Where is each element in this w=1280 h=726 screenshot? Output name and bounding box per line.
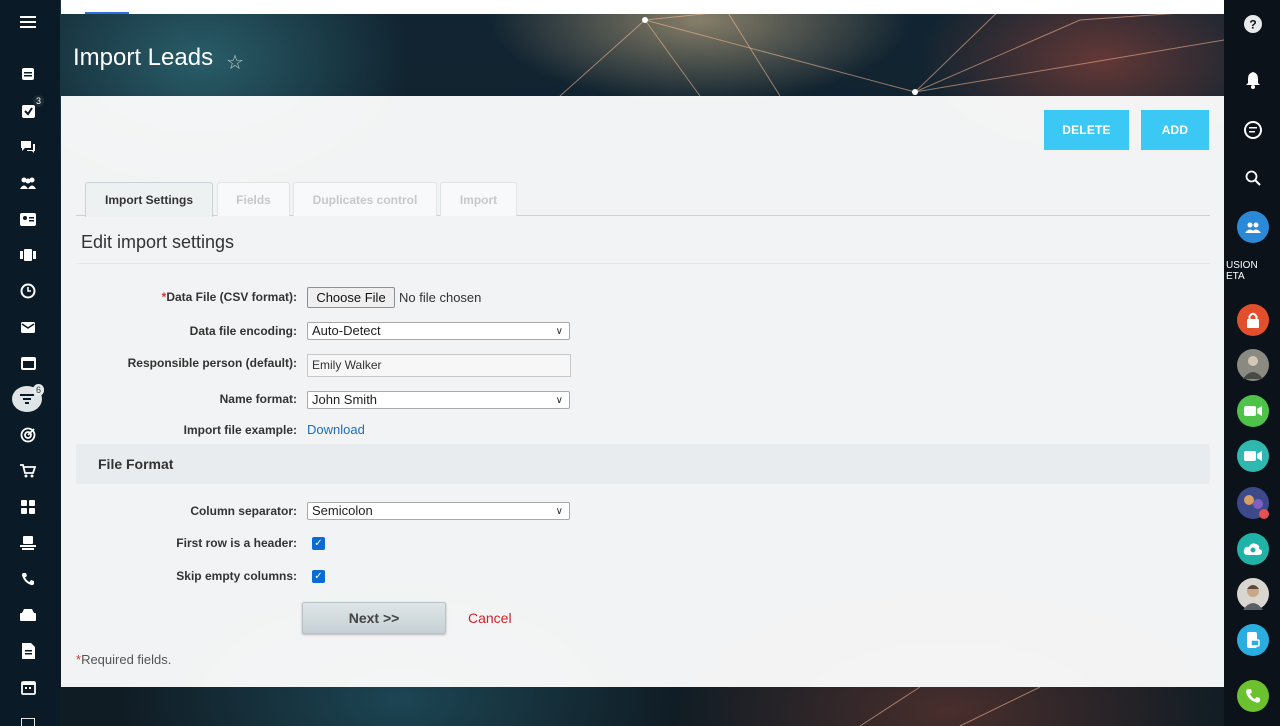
grid-icon[interactable] [14, 496, 42, 518]
mobile-app-icon[interactable] [1237, 624, 1269, 656]
encoding-label: Data file encoding: [189, 324, 297, 338]
cloud-icon[interactable] [1237, 533, 1269, 565]
skip-empty-checkbox[interactable]: ✓ [312, 570, 325, 583]
mail-icon[interactable] [14, 316, 42, 338]
filter-badge: 6 [33, 384, 45, 396]
contact-card-icon[interactable] [14, 208, 42, 230]
search-icon[interactable] [1237, 162, 1269, 194]
tab-duplicates-control[interactable]: Duplicates control [293, 182, 437, 216]
chat-bubble-icon[interactable] [1237, 114, 1269, 146]
favorite-star-icon[interactable]: ☆ [226, 50, 244, 75]
example-label: Import file example: [183, 423, 297, 437]
tab-import-settings[interactable]: Import Settings [85, 182, 213, 217]
group-chat-icon[interactable] [1237, 211, 1269, 243]
first-row-header-label: First row is a header: [176, 536, 297, 550]
promo-text-1: USION [1226, 260, 1258, 271]
main-panel: DELETE ADD Import Settings Fields Duplic… [61, 96, 1224, 687]
name-format-label: Name format: [219, 392, 297, 406]
document-icon[interactable] [14, 640, 42, 662]
next-button[interactable]: Next >> [302, 602, 446, 634]
avatar-user-1[interactable] [1237, 349, 1269, 381]
group-avatar[interactable] [1237, 487, 1269, 519]
required-note-text: Required fields. [81, 652, 172, 667]
svg-text:?: ? [1249, 18, 1256, 32]
drive-icon[interactable] [14, 604, 42, 626]
responsible-input[interactable]: Emily Walker [307, 354, 571, 377]
promo-logo[interactable]: USION ETA [1226, 260, 1258, 282]
separator-value: Semicolon [312, 503, 373, 518]
responsible-label: Responsible person (default): [127, 356, 297, 370]
file-format-header: File Format [76, 444, 1210, 484]
bell-icon[interactable] [1237, 64, 1269, 96]
file-format-title: File Format [98, 456, 174, 472]
cancel-link[interactable]: Cancel [468, 610, 512, 626]
file-status: No file chosen [399, 290, 482, 305]
first-row-header-checkbox[interactable]: ✓ [312, 537, 325, 550]
help-icon[interactable]: ? [1237, 8, 1269, 40]
left-sidebar: 3 6 [0, 0, 60, 726]
tasks-badge: 3 [33, 95, 45, 107]
delete-button[interactable]: DELETE [1044, 110, 1129, 150]
phone-icon[interactable] [14, 568, 42, 590]
video-conference-icon[interactable] [1237, 440, 1269, 472]
skip-empty-label: Skip empty columns: [176, 569, 297, 583]
calendar-icon[interactable] [14, 676, 42, 698]
feed-icon[interactable] [14, 63, 42, 85]
tab-import[interactable]: Import [440, 182, 517, 216]
download-link[interactable]: Download [307, 422, 365, 437]
required-note: *Required fields. [76, 652, 171, 667]
data-file-label: *Data File (CSV format): [61, 290, 297, 304]
avatar-user-2[interactable] [1237, 578, 1269, 610]
top-strip [61, 0, 1224, 14]
clock-icon[interactable] [14, 280, 42, 302]
separator-label: Column separator: [190, 504, 297, 518]
right-sidebar: ? USION ETA [1224, 0, 1280, 726]
name-format-select[interactable]: John Smith ∨ [307, 391, 570, 409]
tab-bar: Import Settings Fields Duplicates contro… [76, 182, 1210, 217]
video-call-icon[interactable] [1237, 395, 1269, 427]
groups-icon[interactable] [14, 172, 42, 194]
chat-icon[interactable] [14, 136, 42, 158]
target-icon[interactable] [14, 424, 42, 446]
top-accent-line [85, 12, 129, 14]
separator-select[interactable]: Semicolon ∨ [307, 502, 570, 520]
chevron-down-icon: ∨ [555, 395, 563, 406]
call-icon[interactable] [1237, 680, 1269, 712]
menu-icon[interactable] [14, 11, 42, 33]
chevron-down-icon: ∨ [555, 326, 563, 337]
add-button[interactable]: ADD [1141, 110, 1209, 150]
presentation-icon[interactable] [14, 244, 42, 266]
sites-icon[interactable] [14, 532, 42, 554]
chevron-down-icon: ∨ [555, 506, 563, 517]
choose-file-button[interactable]: Choose File [307, 287, 395, 308]
encoding-value: Auto-Detect [312, 323, 381, 338]
page-title: Import Leads [73, 44, 214, 71]
section-divider [76, 263, 1210, 264]
section-title: Edit import settings [81, 232, 235, 252]
lock-icon[interactable] [1237, 304, 1269, 336]
more-icon[interactable] [14, 712, 42, 726]
data-file-label-text: Data File (CSV format): [166, 290, 297, 304]
encoding-select[interactable]: Auto-Detect ∨ [307, 322, 570, 340]
name-format-value: John Smith [312, 392, 378, 407]
cart-icon[interactable] [14, 460, 42, 482]
window-icon[interactable] [14, 352, 42, 374]
tab-fields[interactable]: Fields [217, 182, 290, 216]
promo-text-2: ETA [1226, 271, 1245, 282]
